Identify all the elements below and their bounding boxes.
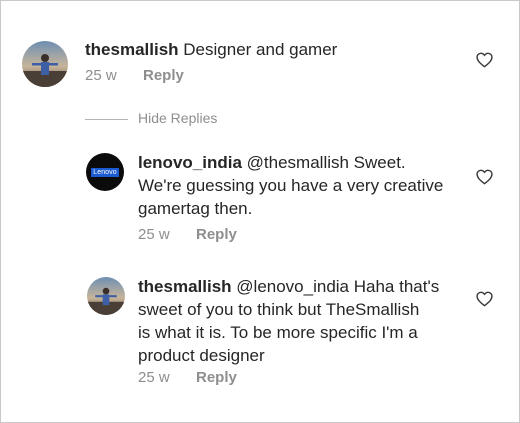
comment-text: thesmallish Designer and gamer [85, 38, 337, 61]
heart-icon[interactable] [476, 169, 493, 185]
hide-replies-divider [85, 119, 128, 120]
reply-button[interactable]: Reply [143, 67, 184, 84]
reply-text: thesmallish @lenovo_india Haha that's sw… [138, 275, 439, 367]
reply-line: sweet of you to think but TheSmallish [138, 300, 420, 319]
reply-button[interactable]: Reply [196, 369, 237, 386]
hide-replies-button[interactable]: Hide Replies [138, 110, 217, 126]
heart-icon[interactable] [476, 291, 493, 307]
comments-panel: thesmallish Designer and gamer 25 w Repl… [0, 0, 520, 423]
comment-body: Designer and gamer [183, 40, 338, 59]
avatar-lenovo-india[interactable]: Lenovo [86, 153, 124, 191]
heart-icon[interactable] [476, 52, 493, 68]
lenovo-logo: Lenovo [91, 167, 119, 177]
reply-text: lenovo_india @thesmallish Sweet. We're g… [138, 151, 443, 220]
reply-button[interactable]: Reply [196, 226, 237, 243]
reply-username[interactable]: thesmallish [138, 277, 232, 296]
reply-line: @thesmallish Sweet. [246, 153, 406, 172]
reply-line: gamertag then. [138, 199, 253, 218]
reply-line: product designer [138, 346, 265, 365]
reply-line: We're guessing you have a very creative [138, 176, 444, 195]
reply-timestamp: 25 w [138, 226, 170, 243]
reply-username[interactable]: lenovo_india [138, 153, 242, 172]
avatar-thesmallish[interactable] [87, 277, 125, 315]
comment-username[interactable]: thesmallish [85, 40, 179, 59]
reply-line: @lenovo_india Haha that's [236, 277, 440, 296]
avatar-thesmallish[interactable] [22, 41, 68, 87]
comment-timestamp: 25 w [85, 67, 117, 84]
reply-line: is what it is. To be more specific I'm a [138, 323, 418, 342]
reply-timestamp: 25 w [138, 369, 170, 386]
